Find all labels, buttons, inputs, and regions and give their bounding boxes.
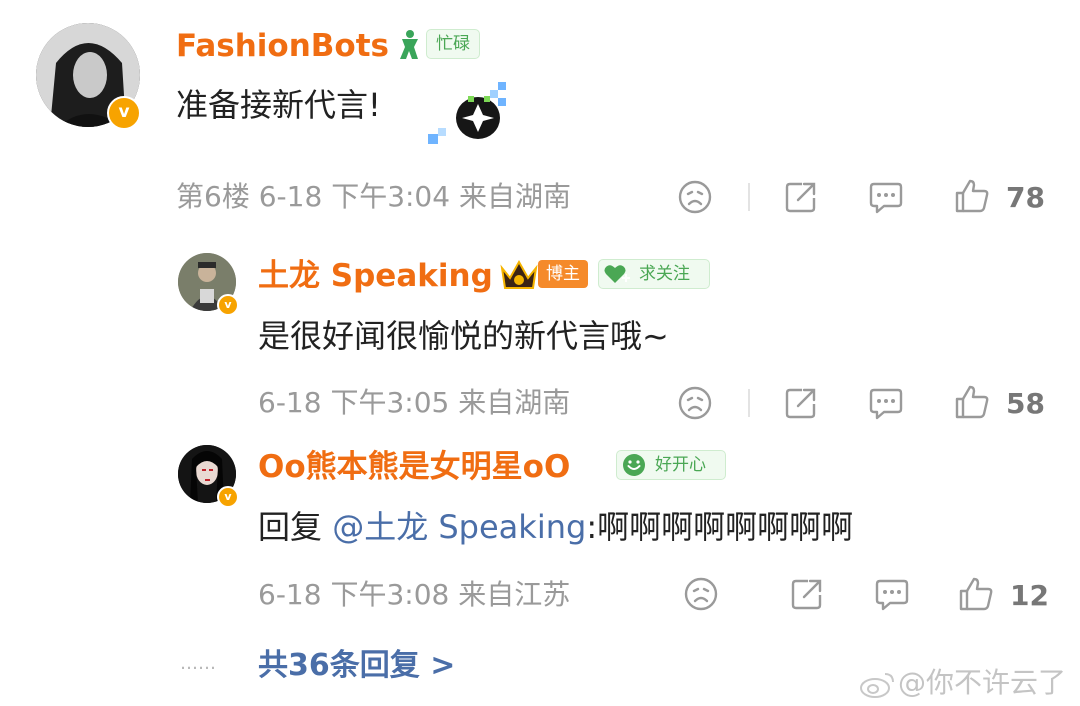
- like-icon[interactable]: [954, 178, 990, 218]
- like-count: 58: [1006, 387, 1045, 420]
- smile-icon: [623, 454, 645, 476]
- mention-link[interactable]: @土龙 Speaking: [332, 508, 586, 546]
- reply-prefix: 回复: [258, 508, 323, 546]
- comment-text: 准备接新代言!: [176, 86, 381, 124]
- reply-meta: 6-18 下午3:08 来自江苏: [258, 576, 570, 614]
- watermark-text: @你不许云了: [898, 666, 1067, 699]
- like-icon[interactable]: [958, 576, 994, 616]
- verified-icon: v: [217, 486, 239, 508]
- weibo-logo-icon: [858, 668, 898, 704]
- comment-meta: 第6楼 6-18 下午3:04 来自湖南: [176, 178, 571, 216]
- comment-date: 6-18: [258, 180, 323, 213]
- sticker-emoji: [428, 82, 508, 154]
- comment-location: 来自湖南: [458, 180, 571, 213]
- status-badge: 忙碌: [426, 29, 480, 59]
- status-badge: 好开心: [616, 450, 726, 480]
- reply-username[interactable]: Oo熊本熊是女明星oO: [258, 447, 570, 487]
- action-divider: [748, 389, 750, 417]
- like-icon[interactable]: [954, 384, 990, 424]
- busy-status-icon: [398, 29, 422, 65]
- reply-text: 是很好闻很愉悦的新代言哦~: [258, 317, 669, 355]
- action-divider: [748, 183, 750, 211]
- verified-icon: v: [217, 294, 239, 316]
- comment-username[interactable]: FashionBots: [176, 26, 389, 66]
- like-count: 78: [1006, 181, 1045, 214]
- reply-username[interactable]: 土龙 Speaking: [258, 256, 493, 296]
- floor-label: 第6楼: [176, 180, 250, 213]
- follow-request-badge[interactable]: 求关注: [598, 259, 710, 289]
- reply-text: 回复 @土龙 Speaking:啊啊啊啊啊啊啊啊: [258, 506, 853, 548]
- reply-message: :啊啊啊啊啊啊啊啊: [586, 508, 854, 546]
- heart-plus-icon: [604, 265, 630, 283]
- reply-location: 来自湖南: [458, 386, 571, 419]
- share-icon[interactable]: [784, 180, 818, 218]
- share-icon[interactable]: [790, 577, 824, 615]
- comment-icon[interactable]: [868, 181, 904, 219]
- comment-icon[interactable]: [868, 387, 904, 425]
- like-count: 12: [1010, 579, 1049, 612]
- share-icon[interactable]: [784, 386, 818, 424]
- reply-location: 来自江苏: [458, 578, 571, 611]
- status-label: 好开心: [655, 455, 706, 475]
- crown-icon: [498, 258, 540, 294]
- more-replies-dots: ……: [180, 653, 216, 674]
- dislike-icon[interactable]: [678, 180, 712, 218]
- reply-time: 下午3:08: [330, 578, 450, 611]
- reply-time: 下午3:05: [330, 386, 450, 419]
- comment-icon[interactable]: [874, 578, 910, 616]
- reply-meta: 6-18 下午3:05 来自湖南: [258, 384, 570, 422]
- dislike-icon[interactable]: [684, 577, 718, 615]
- comment-time: 下午3:04: [331, 180, 451, 213]
- more-replies-link[interactable]: 共36条回复 >: [258, 646, 455, 686]
- dislike-icon[interactable]: [678, 386, 712, 424]
- follow-label: 求关注: [639, 264, 690, 284]
- reply-date: 6-18: [258, 386, 322, 419]
- reply-date: 6-18: [258, 578, 322, 611]
- verified-icon: v: [107, 96, 141, 130]
- blogger-badge: 博主: [538, 260, 588, 288]
